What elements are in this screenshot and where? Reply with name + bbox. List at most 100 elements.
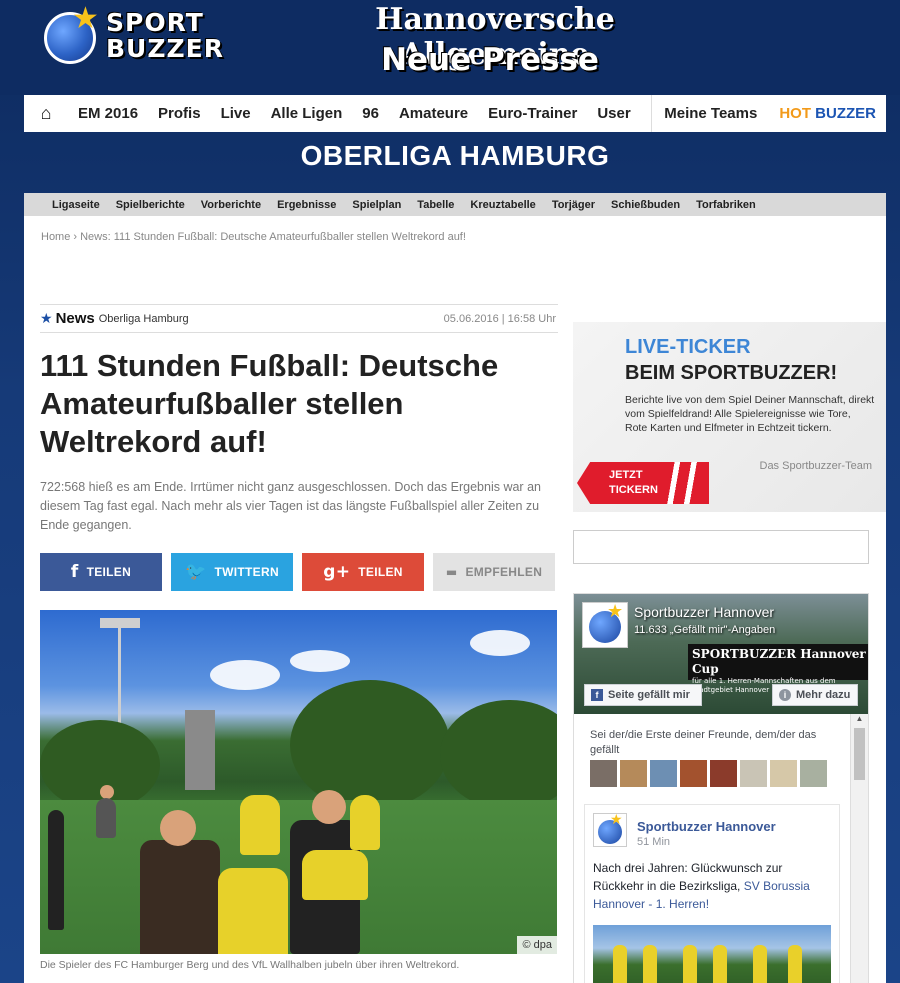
player — [302, 850, 368, 900]
fb-like-page-button[interactable]: f Seite gefällt mir — [584, 684, 702, 706]
subnav-tabelle[interactable]: Tabelle — [409, 199, 462, 211]
fb-like-count: 11.633 „Gefällt mir"-Angaben — [634, 624, 776, 636]
ticker-text: Berichte live von dem Spiel Deiner Manns… — [625, 394, 875, 434]
building — [185, 710, 215, 790]
neue-presse-logo[interactable]: Neue Presse — [340, 42, 640, 78]
player — [240, 795, 280, 855]
avatar[interactable] — [680, 760, 707, 787]
main-navigation: ⌂ EM 2016 Profis Live Alle Ligen 96 Amat… — [24, 95, 886, 132]
player — [96, 798, 116, 838]
category-label[interactable]: Oberliga Hamburg — [99, 313, 189, 325]
article-date: 05.06.2016 | 16:58 Uhr — [443, 312, 556, 325]
fb-post-image[interactable] — [593, 925, 831, 983]
league-subnav: Ligaseite Spielberichte Vorberichte Erge… — [24, 193, 886, 216]
logo-text: SPORT BUZZER — [106, 8, 224, 63]
player-head — [312, 790, 346, 824]
nav-item-amateure[interactable]: Amateure — [389, 105, 478, 122]
facebook-page-plugin: SPORTBUZZER Hannover Cup für alle 1. Her… — [573, 593, 869, 983]
sidebar: LIVE-TICKER BEIM SPORTBUZZER! Berichte l… — [573, 322, 886, 983]
article-lead: 722:568 hieß es am Ende. Irrtümer nicht … — [40, 480, 541, 532]
player — [613, 945, 627, 983]
star-icon: ★ — [72, 2, 99, 35]
avatar[interactable] — [620, 760, 647, 787]
jetzt-tickern-button[interactable]: JETZT TICKERN — [577, 462, 709, 504]
subnav-torfabriken[interactable]: Torfabriken — [688, 199, 764, 211]
nav-item-alle-ligen[interactable]: Alle Ligen — [261, 105, 353, 122]
subnav-ligaseite[interactable]: Ligaseite — [44, 199, 108, 211]
nav-item-profis[interactable]: Profis — [148, 105, 211, 122]
twitter-share-button[interactable]: 🐦 TWITTERN — [171, 553, 293, 591]
nav-item-96[interactable]: 96 — [352, 105, 389, 122]
avatar[interactable] — [710, 760, 737, 787]
hot-buzzer-link[interactable]: HOT BUZZER — [769, 105, 886, 122]
recommend-button[interactable]: ▬ EMPFEHLEN — [433, 553, 555, 591]
subnav-kreuztabelle[interactable]: Kreuztabelle — [462, 199, 543, 211]
player — [48, 810, 64, 930]
player — [218, 868, 288, 954]
player — [683, 945, 697, 983]
my-teams-link[interactable]: Meine Teams — [652, 105, 769, 122]
fb-post-author[interactable]: Sportbuzzer Hannover — [637, 819, 776, 834]
site-header: ★ SPORT BUZZER Hannoversche Allgemeine N… — [0, 0, 900, 95]
home-icon[interactable]: ⌂ — [24, 95, 68, 132]
article-photo[interactable]: © dpa — [40, 610, 557, 954]
ticker-subtitle: BEIM SPORTBUZZER! — [625, 362, 838, 384]
player — [643, 945, 657, 983]
cloud — [470, 630, 530, 656]
fb-cover-banner: SPORTBUZZER Hannover Cup für alle 1. Her… — [688, 644, 868, 694]
subnav-spielplan[interactable]: Spielplan — [344, 199, 409, 211]
ticker-signature: Das Sportbuzzer-Team — [759, 460, 873, 472]
ad-slot[interactable] — [573, 530, 869, 564]
subnav-schiessbuden[interactable]: Schießbuden — [603, 199, 688, 211]
fb-page-avatar[interactable]: ★ — [582, 601, 628, 648]
subnav-spielberichte[interactable]: Spielberichte — [108, 199, 193, 211]
scroll-thumb[interactable] — [854, 728, 865, 780]
player — [350, 795, 380, 850]
tree — [290, 680, 450, 810]
gplus-icon: g+ — [323, 562, 351, 582]
subnav-torjaeger[interactable]: Torjäger — [544, 199, 603, 211]
twitter-icon: 🐦 — [185, 562, 207, 582]
tree — [40, 720, 160, 810]
nav-item-live[interactable]: Live — [211, 105, 261, 122]
avatar[interactable] — [770, 760, 797, 787]
section-label[interactable]: News — [56, 310, 95, 327]
scroll-up-icon[interactable]: ▲ — [851, 714, 868, 728]
ticker-title: LIVE-TICKER — [625, 336, 751, 358]
nav-right: Meine Teams HOT BUZZER — [651, 95, 886, 132]
fb-page-name[interactable]: Sportbuzzer Hannover — [634, 604, 774, 620]
fb-faces — [590, 760, 827, 787]
player — [140, 840, 220, 954]
fb-more-button[interactable]: i Mehr dazu — [772, 684, 858, 706]
nav-item-em2016[interactable]: EM 2016 — [68, 105, 148, 122]
fb-post-avatar[interactable]: ★ — [593, 811, 627, 847]
floodlight — [100, 618, 140, 628]
avatar[interactable] — [650, 760, 677, 787]
article-title: 111 Stunden Fußball: Deutsche Amateurfuß… — [40, 348, 499, 459]
fb-scrollbar[interactable]: ▲ — [850, 714, 868, 983]
article: ★ News Oberliga Hamburg 05.06.2016 | 16:… — [40, 304, 558, 971]
fb-post-time[interactable]: 51 Min — [637, 836, 670, 848]
nav-item-user[interactable]: User — [587, 105, 640, 122]
avatar[interactable] — [590, 760, 617, 787]
cloud — [210, 660, 280, 690]
player — [713, 945, 727, 983]
subnav-vorberichte[interactable]: Vorberichte — [193, 199, 269, 211]
sportbuzzer-logo[interactable]: ★ SPORT BUZZER — [44, 4, 264, 68]
avatar[interactable] — [800, 760, 827, 787]
breadcrumb[interactable]: Home › News: 111 Stunden Fußball: Deutsc… — [41, 231, 466, 243]
avatar[interactable] — [740, 760, 767, 787]
fb-post-text: Nach drei Jahren: Glückwunsch zur Rückke… — [593, 861, 810, 911]
player — [753, 945, 767, 983]
star-icon: ★ — [607, 601, 624, 621]
player-head — [160, 810, 196, 846]
fb-friends-text: Sei der/die Erste deiner Freunde, dem/de… — [590, 729, 817, 756]
player-head — [100, 785, 114, 799]
share-bar: f TEILEN 🐦 TWITTERN g+ TEILEN ▬ EMPFEHLEN — [40, 553, 558, 591]
facebook-share-button[interactable]: f TEILEN — [40, 553, 162, 591]
nav-item-euro-trainer[interactable]: Euro-Trainer — [478, 105, 587, 122]
message-icon: ▬ — [445, 565, 458, 579]
gplus-share-button[interactable]: g+ TEILEN — [302, 553, 424, 591]
info-icon: i — [779, 689, 791, 701]
subnav-ergebnisse[interactable]: Ergebnisse — [269, 199, 344, 211]
